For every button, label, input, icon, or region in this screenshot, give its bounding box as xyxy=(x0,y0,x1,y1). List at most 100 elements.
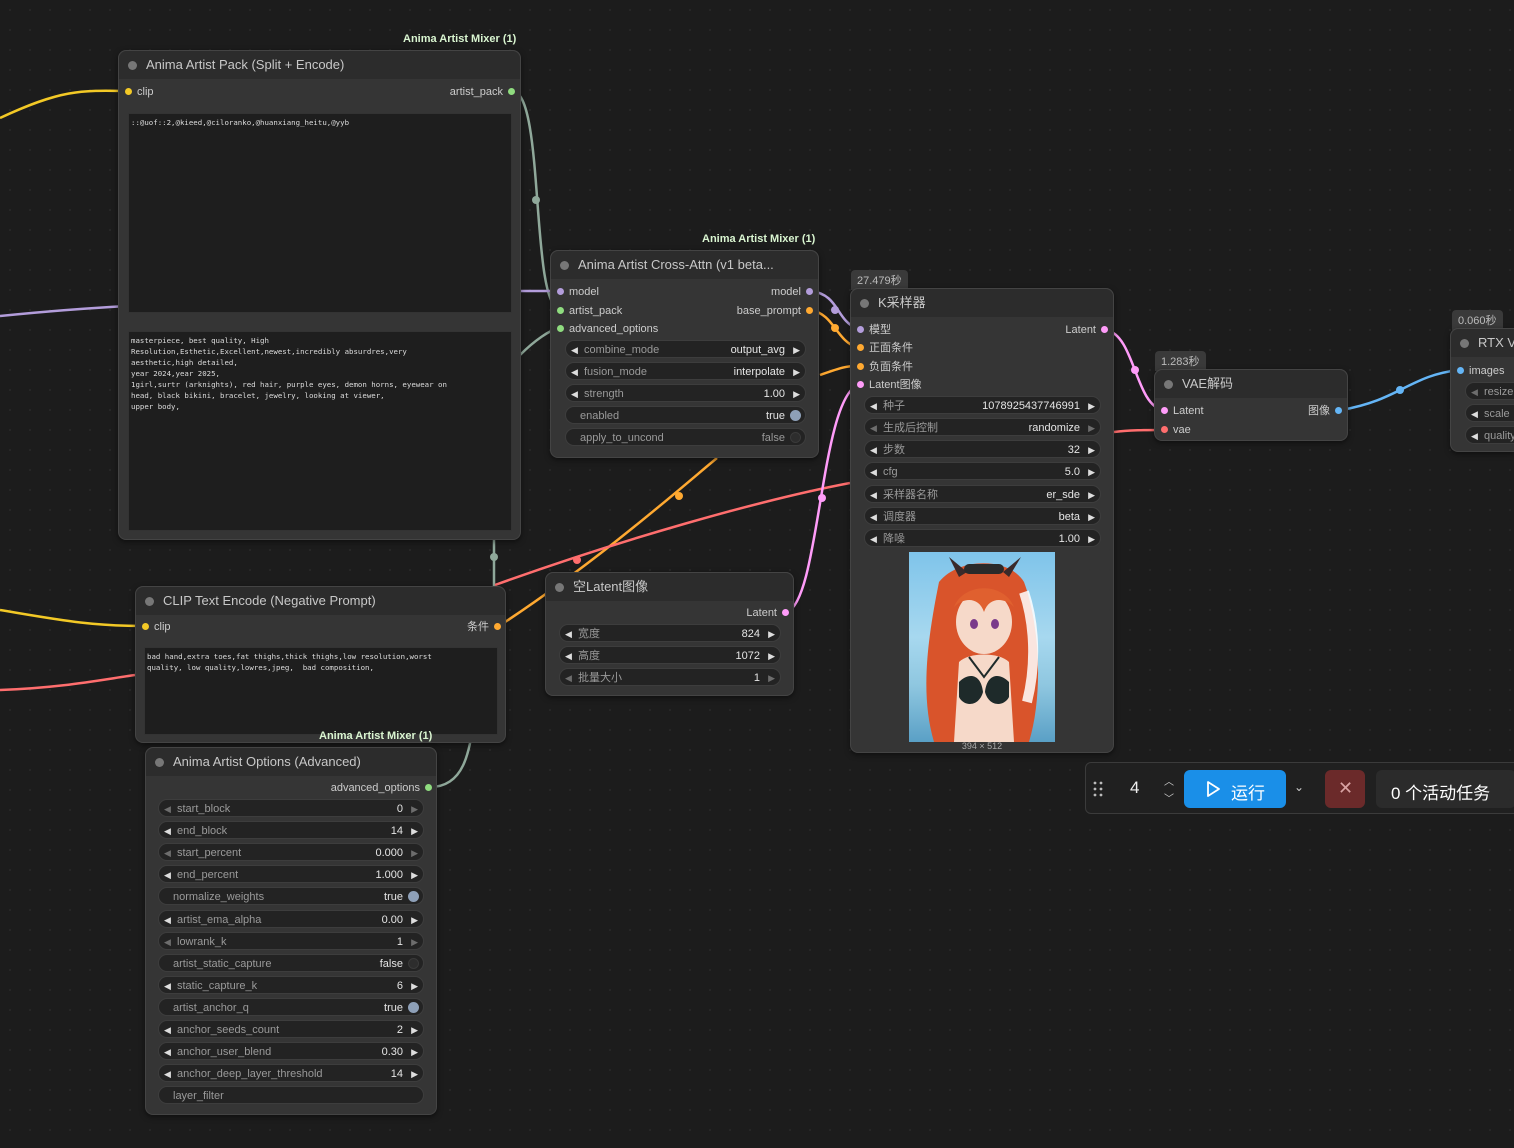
output-base-prompt[interactable]: base_prompt xyxy=(737,303,813,319)
decrement-arrow-icon[interactable]: ◀ xyxy=(164,1021,171,1039)
node-title[interactable]: Anima Artist Cross-Attn (v1 beta... xyxy=(551,251,818,279)
widget-artist-anchor-q[interactable]: artist_anchor_q true xyxy=(158,997,424,1016)
widget-anchor-user-blend[interactable]: ◀ anchor_user_blend 0.30 ▶ xyxy=(158,1042,424,1061)
decrement-arrow-icon[interactable]: ◀ xyxy=(164,933,171,951)
widget-quality[interactable]: ◀ quality xyxy=(1465,426,1514,444)
widget-scale[interactable]: ◀ scale xyxy=(1465,404,1514,422)
negative-prompt-textarea[interactable]: bad hand,extra toes,fat thighs,thick thi… xyxy=(144,647,498,735)
toggle-off-icon[interactable] xyxy=(790,432,801,443)
toggle-off-icon[interactable] xyxy=(408,957,419,969)
increment-arrow-icon[interactable]: ▶ xyxy=(411,1065,418,1083)
widget-normalize-weights[interactable]: normalize_weights true xyxy=(158,887,424,906)
collapse-dot[interactable] xyxy=(1164,380,1173,389)
widget-artist-ema-alpha[interactable]: ◀ artist_ema_alpha 0.00 ▶ xyxy=(158,909,424,929)
widget-batch-size[interactable]: ◀ 批量大小 1 ▶ xyxy=(559,668,781,686)
increment-arrow-icon[interactable]: ▶ xyxy=(411,844,418,862)
output-latent[interactable]: Latent xyxy=(1065,322,1108,338)
increment-arrow-icon[interactable]: ▶ xyxy=(1088,419,1095,437)
widget-enabled[interactable]: enabled true xyxy=(565,406,806,424)
widget-anchor-deep-layer-threshold[interactable]: ◀ anchor_deep_layer_threshold 14 ▶ xyxy=(158,1064,424,1083)
input-vae[interactable]: vae xyxy=(1161,422,1191,438)
widget-lowrank-k[interactable]: ◀ lowrank_k 1 ▶ xyxy=(158,931,424,951)
increment-arrow-icon[interactable]: ▶ xyxy=(1088,508,1095,526)
port-dot[interactable] xyxy=(494,623,501,630)
run-options-dropdown[interactable]: ⌄ xyxy=(1288,770,1312,808)
output-latent[interactable]: Latent xyxy=(746,605,789,621)
input-clip[interactable]: clip xyxy=(142,619,171,635)
input-images[interactable]: images xyxy=(1457,363,1504,379)
node-title[interactable]: CLIP Text Encode (Negative Prompt) xyxy=(136,587,505,615)
widget-static-capture-k[interactable]: ◀ static_capture_k 6 ▶ xyxy=(158,975,424,995)
port-dot[interactable] xyxy=(782,609,789,616)
widget-seed[interactable]: ◀ 种子 1078925437746991 ▶ xyxy=(864,396,1101,414)
input-model[interactable]: model xyxy=(557,284,599,300)
node-ksampler[interactable]: K采样器 模型 正面条件 负面条件 Latent图像 Latent ◀ 种子 1… xyxy=(850,288,1114,753)
port-dot[interactable] xyxy=(1101,326,1108,333)
widget-denoise[interactable]: ◀ 降噪 1.00 ▶ xyxy=(864,529,1101,547)
port-dot[interactable] xyxy=(1161,407,1168,414)
decrement-arrow-icon[interactable]: ◀ xyxy=(571,341,578,359)
toggle-on-icon[interactable] xyxy=(790,410,801,421)
decrement-arrow-icon[interactable]: ◀ xyxy=(870,397,877,415)
input-latent[interactable]: Latent图像 xyxy=(857,377,922,393)
increment-arrow-icon[interactable]: ▶ xyxy=(411,977,418,995)
decrement-arrow-icon[interactable]: ◀ xyxy=(565,647,572,665)
widget-width[interactable]: ◀ 宽度 824 ▶ xyxy=(559,624,781,642)
chevron-down-icon[interactable]: ﹀ xyxy=(1164,790,1174,805)
increment-arrow-icon[interactable]: ▶ xyxy=(793,385,800,403)
output-conditioning[interactable]: 条件 xyxy=(467,619,501,635)
widget-combine-mode[interactable]: ◀ combine_mode output_avg ▶ xyxy=(565,340,806,358)
increment-arrow-icon[interactable]: ▶ xyxy=(411,911,418,929)
chevron-up-icon[interactable]: ︿ xyxy=(1164,773,1174,788)
node-empty-latent[interactable]: 空Latent图像 Latent ◀ 宽度 824 ▶ ◀ 高度 1072 ▶ … xyxy=(545,572,794,696)
port-dot[interactable] xyxy=(557,288,564,295)
port-dot[interactable] xyxy=(557,307,564,314)
input-negative[interactable]: 负面条件 xyxy=(857,359,913,375)
port-dot[interactable] xyxy=(857,363,864,370)
node-vae-decode[interactable]: VAE解码 Latent vae 图像 xyxy=(1154,369,1348,441)
collapse-dot[interactable] xyxy=(860,299,869,308)
node-rtx[interactable]: RTX V images ◀ resize ◀ scale ◀ quality xyxy=(1450,328,1514,452)
increment-arrow-icon[interactable]: ▶ xyxy=(411,800,418,818)
node-title[interactable]: 空Latent图像 xyxy=(546,573,793,601)
output-model[interactable]: model xyxy=(771,284,813,300)
widget-apply-to-uncond[interactable]: apply_to_uncond false xyxy=(565,428,806,446)
decrement-arrow-icon[interactable]: ◀ xyxy=(870,463,877,481)
port-dot[interactable] xyxy=(857,344,864,351)
port-dot[interactable] xyxy=(142,623,149,630)
decrement-arrow-icon[interactable]: ◀ xyxy=(870,530,877,548)
active-tasks-button[interactable]: 0 个活动任务 xyxy=(1376,770,1514,808)
widget-fusion-mode[interactable]: ◀ fusion_mode interpolate ▶ xyxy=(565,362,806,380)
widget-steps[interactable]: ◀ 步数 32 ▶ xyxy=(864,440,1101,458)
decrement-arrow-icon[interactable]: ◀ xyxy=(164,1043,171,1061)
cancel-button[interactable]: ✕ xyxy=(1325,770,1365,808)
increment-arrow-icon[interactable]: ▶ xyxy=(768,647,775,665)
decrement-arrow-icon[interactable]: ◀ xyxy=(1471,405,1478,423)
increment-arrow-icon[interactable]: ▶ xyxy=(411,822,418,840)
node-title[interactable]: Anima Artist Options (Advanced) xyxy=(146,748,436,776)
increment-arrow-icon[interactable]: ▶ xyxy=(411,866,418,884)
increment-arrow-icon[interactable]: ▶ xyxy=(793,363,800,381)
port-dot[interactable] xyxy=(857,326,864,333)
increment-arrow-icon[interactable]: ▶ xyxy=(1088,397,1095,415)
output-image[interactable]: 图像 xyxy=(1308,403,1342,419)
widget-start-percent[interactable]: ◀ start_percent 0.000 ▶ xyxy=(158,843,424,862)
decrement-arrow-icon[interactable]: ◀ xyxy=(1471,427,1478,445)
widget-strength[interactable]: ◀ strength 1.00 ▶ xyxy=(565,384,806,402)
port-dot[interactable] xyxy=(806,307,813,314)
port-dot[interactable] xyxy=(857,381,864,388)
widget-control-after-generate[interactable]: ◀ 生成后控制 randomize ▶ xyxy=(864,418,1101,436)
collapse-dot[interactable] xyxy=(555,583,564,592)
decrement-arrow-icon[interactable]: ◀ xyxy=(571,385,578,403)
batch-count-input[interactable]: 4 ︿ ﹀ xyxy=(1110,769,1180,807)
node-title[interactable]: VAE解码 xyxy=(1155,370,1347,398)
port-dot[interactable] xyxy=(1335,407,1342,414)
widget-anchor-seeds-count[interactable]: ◀ anchor_seeds_count 2 ▶ xyxy=(158,1020,424,1038)
decrement-arrow-icon[interactable]: ◀ xyxy=(565,625,572,643)
widget-layer-filter[interactable]: layer_filter xyxy=(158,1086,424,1105)
input-clip[interactable]: clip xyxy=(125,84,154,100)
port-dot[interactable] xyxy=(508,88,515,95)
node-title[interactable]: K采样器 xyxy=(851,289,1113,317)
widget-height[interactable]: ◀ 高度 1072 ▶ xyxy=(559,646,781,664)
port-dot[interactable] xyxy=(1457,367,1464,374)
